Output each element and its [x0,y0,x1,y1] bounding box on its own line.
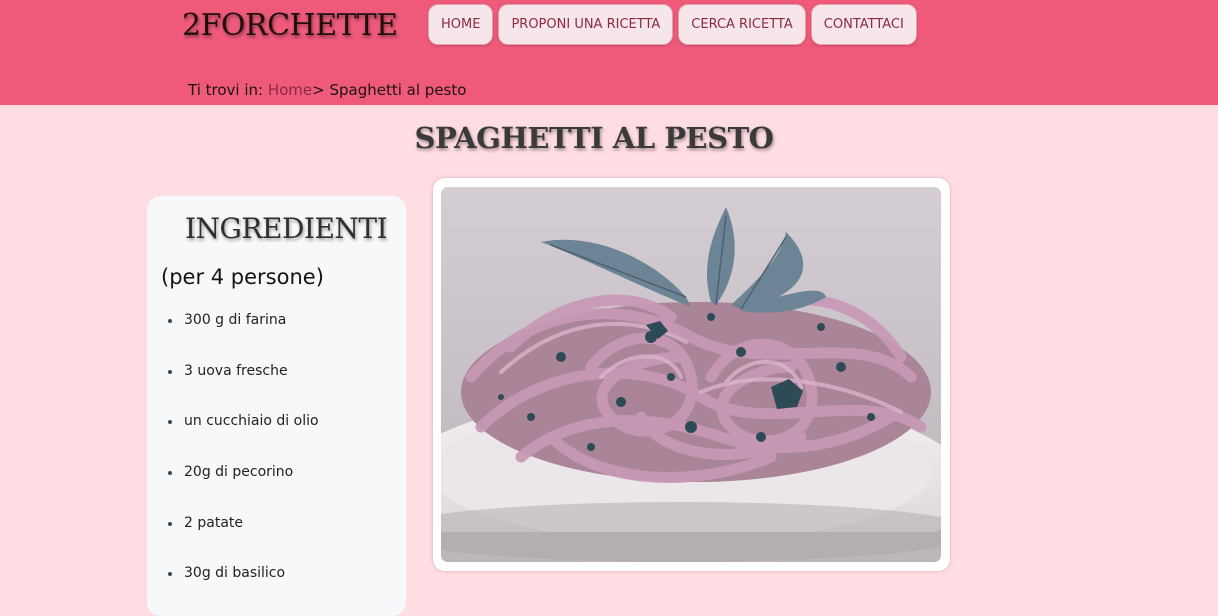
ingredient-item: 2 patate [167,515,319,566]
nav-contact-button[interactable]: CONTATTACI [810,4,917,45]
spaghetti-illustration [441,187,941,562]
servings-label: (per 4 persone) [161,265,324,289]
nav-search-recipe-button[interactable]: CERCA RICETTA [678,4,806,45]
breadcrumb: Ti trovi in: Home> Spaghetti al pesto [188,81,466,99]
ingredients-list: 300 g di farina 3 uova fresche un cucchi… [167,312,319,616]
recipe-photo-frame [433,178,950,571]
ingredient-item: un cucchiaio di olio [167,413,319,464]
ingredient-item: 30g di basilico [167,565,319,616]
breadcrumb-home-link[interactable]: Home [268,81,312,99]
breadcrumb-prefix: Ti trovi in: [188,81,268,99]
ingredient-item: 300 g di farina [167,312,319,363]
main-nav: HOME PROPONI UNA RICETTA CERCA RICETTA C… [428,4,917,45]
ingredient-item: 20g di pecorino [167,464,319,515]
ingredients-title: INGREDIENTI [185,212,388,245]
ingredients-panel: INGREDIENTI (per 4 persone) 300 g di far… [147,196,406,616]
nav-propose-recipe-button[interactable]: PROPONI UNA RICETTA [498,4,674,45]
page-title: SPAGHETTI AL PESTO [414,121,774,155]
breadcrumb-current: > Spaghetti al pesto [312,81,467,99]
site-logo[interactable]: 2FORCHETTE [182,8,398,43]
ingredient-item: 3 uova fresche [167,363,319,414]
site-header: 2FORCHETTE HOME PROPONI UNA RICETTA CERC… [0,0,1218,105]
nav-home-button[interactable]: HOME [428,4,494,45]
recipe-photo [441,187,941,562]
